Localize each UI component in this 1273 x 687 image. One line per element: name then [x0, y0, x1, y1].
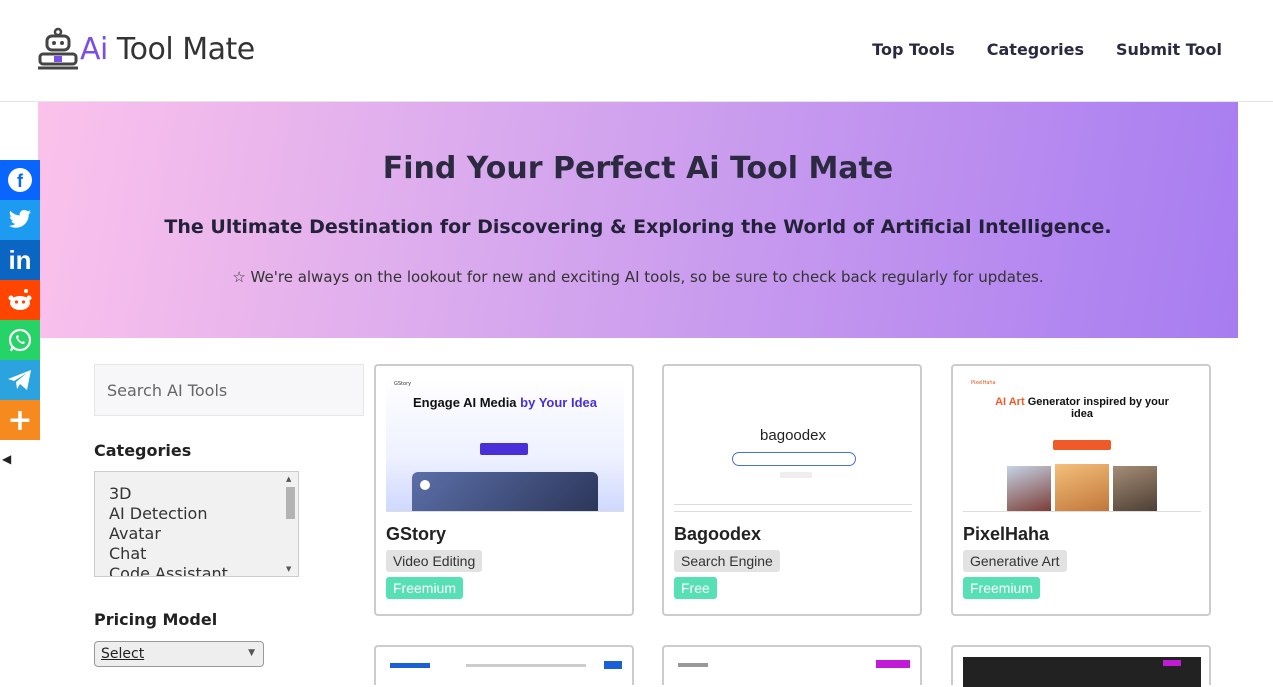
tool-screenshot [674, 657, 912, 687]
screenshot-nav [390, 663, 430, 668]
tool-category-badge[interactable]: Search Engine [674, 550, 780, 572]
category-option[interactable]: AI Detection [109, 504, 284, 524]
main-nav: Top Tools Categories Submit Tool [872, 40, 1222, 59]
more-icon[interactable]: + [0, 400, 40, 440]
screenshot-headline: bagoodex [760, 427, 826, 444]
reddit-icon[interactable] [0, 280, 40, 320]
screenshot-video [412, 472, 598, 511]
screenshot-headline-text: Engage AI Media [413, 395, 521, 410]
hero-title: Find Your Perfect Ai Tool Mate [382, 151, 894, 186]
tool-screenshot [963, 657, 1201, 687]
hero-subtitle: The Ultimate Destination for Discovering… [164, 216, 1112, 238]
category-option[interactable]: Code Assistant [109, 564, 284, 576]
screenshot-art-1 [1007, 466, 1051, 511]
screenshot-headline-accent: by Your Idea [520, 395, 597, 410]
tool-screenshot [386, 657, 624, 687]
tool-pricing-badge: Freemium [386, 577, 464, 599]
whatsapp-icon[interactable] [0, 320, 40, 360]
screenshot-art-3 [1113, 466, 1157, 511]
hero-note: ☆ We're always on the lookout for new an… [232, 268, 1044, 286]
category-option[interactable]: Chat [109, 544, 284, 564]
tool-screenshot: PixelHaha AI Art Generator inspired by y… [963, 376, 1201, 512]
screenshot-headline-accent: Generator inspired by your idea [1027, 396, 1169, 420]
screenshot-cta [480, 443, 528, 455]
telegram-icon[interactable] [0, 360, 40, 400]
screenshot-searchbar [732, 452, 856, 466]
logo-ai: Ai [80, 31, 108, 67]
nav-categories[interactable]: Categories [987, 40, 1084, 59]
twitter-icon[interactable] [0, 200, 40, 240]
screenshot-button [1163, 660, 1181, 666]
search-input[interactable] [94, 364, 364, 416]
share-bar: f in + [0, 160, 40, 440]
tool-card[interactable] [951, 645, 1211, 687]
screenshot-brand: PixelHaha [971, 380, 996, 386]
logo-text: Ai Tool Mate [80, 32, 255, 67]
tool-card[interactable] [662, 645, 922, 685]
tool-name[interactable]: PixelHaha [963, 524, 1049, 545]
screenshot-footer [674, 504, 912, 505]
tool-card[interactable] [374, 645, 634, 685]
facebook-icon[interactable]: f [0, 160, 40, 200]
hero-banner: Find Your Perfect Ai Tool Mate The Ultim… [38, 102, 1238, 338]
nav-top-tools[interactable]: Top Tools [872, 40, 955, 59]
category-option[interactable]: Avatar [109, 524, 284, 544]
chevron-down-icon: ▼ [248, 648, 255, 658]
scroll-down-icon[interactable]: ▼ [286, 565, 291, 573]
play-icon [420, 480, 430, 490]
site-header: Ai Tool Mate Top Tools Categories Submit… [0, 0, 1273, 102]
scrollbar[interactable]: ▲ ▼ [284, 473, 297, 575]
scroll-thumb[interactable] [286, 487, 295, 519]
screenshot-cta [1053, 440, 1111, 450]
nav-submit-tool[interactable]: Submit Tool [1116, 40, 1222, 59]
screenshot-nav [678, 663, 708, 667]
logo[interactable]: Ai Tool Mate [38, 26, 255, 72]
pricing-select[interactable]: Select ▼ [94, 641, 264, 667]
screenshot-art-2 [1055, 464, 1109, 511]
pricing-select-value: Select [101, 646, 145, 662]
tool-card-gstory[interactable]: GStory Engage AI Media by Your Idea GSto… [374, 364, 634, 616]
svg-text:f: f [17, 171, 24, 191]
tool-category-badge[interactable]: Video Editing [386, 550, 483, 572]
categories-listbox[interactable]: 3D AI Detection Avatar Chat Code Assista… [94, 471, 299, 577]
tool-card-pixelhaha[interactable]: PixelHaha AI Art Generator inspired by y… [951, 364, 1211, 616]
screenshot-button [604, 661, 622, 669]
screenshot-headline: AI Art Generator inspired by your idea [991, 396, 1173, 420]
screenshot-headline-text: AI Art [995, 396, 1028, 408]
tool-name[interactable]: Bagoodex [674, 524, 761, 545]
screenshot-buttons [780, 472, 812, 478]
pricing-title: Pricing Model [94, 610, 218, 629]
screenshot-brand: GStory [394, 381, 412, 387]
categories-title: Categories [94, 441, 192, 460]
scroll-up-icon[interactable]: ▲ [286, 475, 291, 483]
linkedin-icon[interactable]: in [0, 240, 40, 280]
tool-category-badge[interactable]: Generative Art [963, 550, 1067, 572]
collapse-share-icon[interactable]: ◀ [2, 452, 11, 466]
tool-card-bagoodex[interactable]: bagoodex Bagoodex Search Engine Free [662, 364, 922, 616]
tool-name[interactable]: GStory [386, 524, 446, 545]
screenshot-headline: Engage AI Media by Your Idea [386, 396, 624, 409]
tool-screenshot: GStory Engage AI Media by Your Idea [386, 376, 624, 512]
tool-pricing-badge: Free [674, 577, 717, 599]
category-option[interactable]: 3D [109, 484, 284, 504]
tool-pricing-badge: Freemium [963, 577, 1041, 599]
tool-screenshot: bagoodex [674, 376, 912, 512]
robot-icon [38, 27, 78, 70]
logo-rest: Tool Mate [107, 31, 255, 67]
